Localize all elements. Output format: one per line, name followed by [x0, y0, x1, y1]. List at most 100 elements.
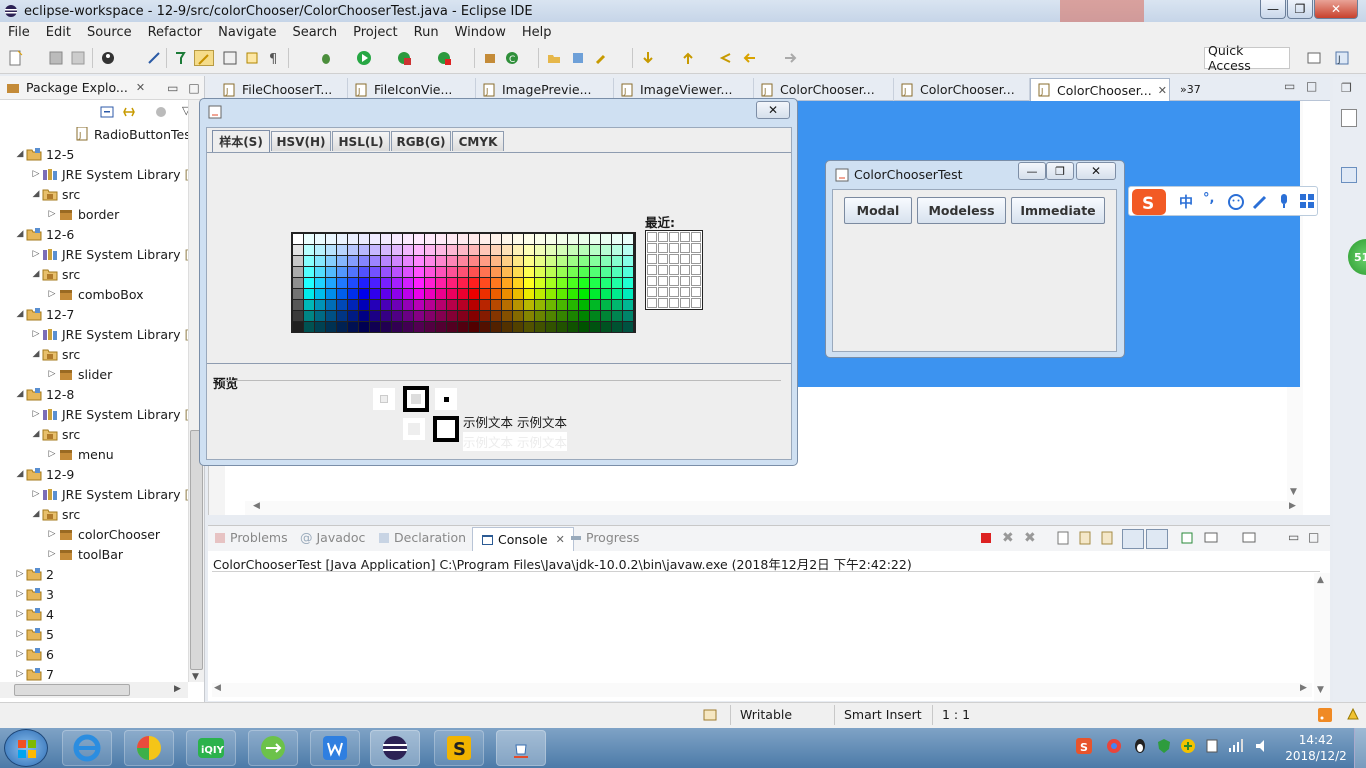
color-swatch[interactable] — [414, 267, 424, 277]
color-swatch[interactable] — [348, 234, 358, 244]
color-swatch[interactable] — [623, 278, 633, 288]
color-swatch[interactable] — [535, 234, 545, 244]
recent-swatch[interactable] — [658, 254, 668, 264]
open-console-icon[interactable] — [1242, 531, 1256, 545]
color-swatch[interactable] — [546, 267, 556, 277]
tree-item[interactable]: ▷JRE System Library[Ja — [30, 404, 201, 424]
color-swatch[interactable] — [568, 234, 578, 244]
color-swatch[interactable] — [601, 289, 611, 299]
color-swatch[interactable] — [623, 267, 633, 277]
color-swatch[interactable] — [502, 300, 512, 310]
color-swatch[interactable] — [392, 322, 402, 332]
color-swatch[interactable] — [315, 278, 325, 288]
color-swatch[interactable] — [623, 322, 633, 332]
color-swatch[interactable] — [315, 311, 325, 321]
color-swatch[interactable] — [381, 267, 391, 277]
recent-swatch[interactable] — [691, 243, 701, 253]
color-swatch[interactable] — [359, 311, 369, 321]
color-swatch[interactable] — [491, 300, 501, 310]
color-swatch[interactable] — [612, 289, 622, 299]
color-swatch[interactable] — [513, 322, 523, 332]
recent-swatch[interactable] — [691, 276, 701, 286]
color-swatch[interactable] — [381, 311, 391, 321]
color-swatch[interactable] — [535, 322, 545, 332]
color-swatch[interactable] — [568, 267, 578, 277]
color-swatch[interactable] — [502, 267, 512, 277]
color-swatch[interactable] — [293, 245, 303, 255]
forward-icon[interactable] — [782, 50, 798, 66]
recent-swatch[interactable] — [691, 254, 701, 264]
color-swatch[interactable] — [392, 256, 402, 266]
collapsed-arrow-icon[interactable]: ▷ — [46, 289, 58, 299]
collapsed-arrow-icon[interactable]: ▷ — [30, 489, 42, 499]
modeless-button[interactable]: Modeless — [917, 197, 1006, 224]
color-swatch[interactable] — [612, 234, 622, 244]
collapsed-arrow-icon[interactable]: ▷ — [30, 329, 42, 339]
recent-swatch[interactable] — [669, 287, 679, 297]
terminate-icon[interactable] — [980, 532, 992, 544]
color-swatch[interactable] — [469, 234, 479, 244]
menu-run[interactable]: Run — [406, 25, 447, 40]
color-swatch[interactable] — [469, 267, 479, 277]
debug-bug-icon[interactable] — [318, 50, 334, 66]
collapsed-arrow-icon[interactable]: ▷ — [14, 609, 26, 619]
color-swatch[interactable] — [348, 300, 358, 310]
color-swatch[interactable] — [315, 234, 325, 244]
color-swatch[interactable] — [436, 322, 446, 332]
handwriting-icon[interactable] — [1251, 193, 1269, 211]
color-swatch[interactable] — [524, 311, 534, 321]
color-swatch[interactable] — [414, 289, 424, 299]
volume-tray-icon[interactable] — [1254, 738, 1270, 754]
skip-breakpoints-icon[interactable] — [146, 50, 162, 66]
ime-punctuation[interactable]: °, — [1203, 191, 1214, 206]
color-swatch[interactable] — [579, 245, 589, 255]
color-swatch[interactable] — [458, 256, 468, 266]
color-swatch[interactable] — [480, 311, 490, 321]
recent-swatch[interactable] — [647, 287, 657, 297]
color-swatch[interactable] — [502, 311, 512, 321]
color-swatch[interactable] — [326, 245, 336, 255]
color-swatch[interactable] — [425, 311, 435, 321]
color-swatch[interactable] — [590, 289, 600, 299]
tree-item[interactable]: ▷ 3 — [14, 584, 54, 604]
color-swatch[interactable] — [381, 289, 391, 299]
color-swatch[interactable] — [403, 256, 413, 266]
color-swatch[interactable] — [491, 256, 501, 266]
restore-icon[interactable]: ❐ — [1341, 81, 1352, 95]
tree-item[interactable]: ▷ 6 — [14, 644, 54, 664]
color-swatch[interactable] — [480, 267, 490, 277]
more-tabs-button[interactable]: »37 — [1174, 78, 1214, 101]
color-swatch[interactable] — [469, 245, 479, 255]
menu-help[interactable]: Help — [514, 25, 560, 40]
color-swatch[interactable] — [524, 278, 534, 288]
color-swatch[interactable] — [447, 311, 457, 321]
color-swatch[interactable] — [612, 256, 622, 266]
dialog-close-button[interactable]: ✕ — [756, 101, 790, 119]
color-swatch[interactable] — [337, 311, 347, 321]
tree-item[interactable]: ◢ 12-7 — [14, 304, 75, 324]
color-swatch[interactable] — [293, 234, 303, 244]
word-wrap-icon[interactable] — [1100, 531, 1114, 545]
color-swatch[interactable] — [480, 278, 490, 288]
expanded-arrow-icon[interactable]: ◢ — [14, 229, 26, 239]
tree-item[interactable]: ▷ menu — [46, 444, 114, 464]
color-swatch[interactable] — [436, 256, 446, 266]
color-swatch[interactable] — [359, 278, 369, 288]
color-swatch[interactable] — [546, 322, 556, 332]
color-swatch[interactable] — [579, 256, 589, 266]
swatch-grid[interactable] — [291, 232, 636, 333]
color-swatch[interactable] — [425, 245, 435, 255]
tree-hscroll-thumb[interactable] — [14, 684, 130, 696]
tab-console[interactable]: Console ✕ — [472, 527, 574, 551]
color-swatch[interactable] — [480, 322, 490, 332]
color-swatch[interactable] — [414, 300, 424, 310]
color-swatch[interactable] — [304, 256, 314, 266]
color-swatch[interactable] — [524, 234, 534, 244]
color-swatch[interactable] — [469, 300, 479, 310]
collapsed-arrow-icon[interactable]: ▷ — [30, 169, 42, 179]
show-whitespace-icon[interactable]: ¶ — [266, 50, 282, 66]
recent-swatch[interactable] — [691, 287, 701, 297]
new-java-package-icon[interactable] — [482, 50, 498, 66]
recent-swatch[interactable] — [647, 298, 657, 308]
color-swatch[interactable] — [425, 256, 435, 266]
